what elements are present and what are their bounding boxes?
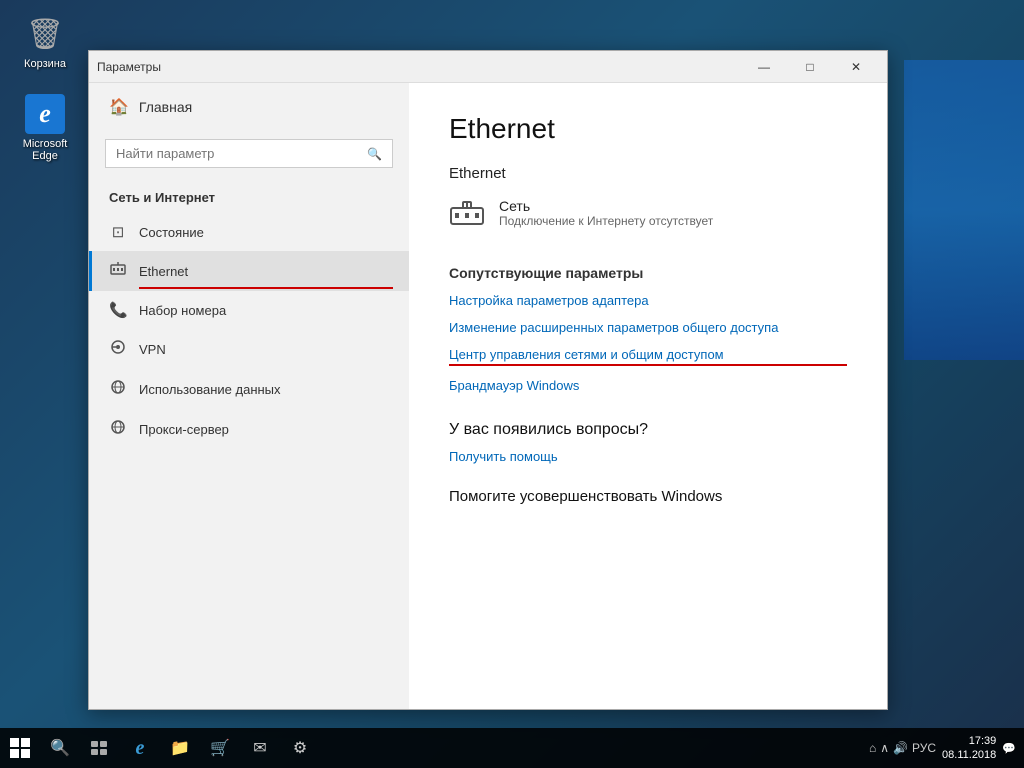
taskbar: 🔍 e 📁 🛒 ✉ ⚙ ⌂ ∧ 🔊 РУС 17:39 08.11.2018: [0, 728, 1024, 768]
network-name: Сеть: [499, 198, 713, 214]
taskbar-search-icon[interactable]: 🔍: [40, 728, 80, 768]
tray-chevron-icon: ∧: [880, 741, 889, 755]
tray-icons: ⌂ ∧ 🔊 РУС: [869, 741, 936, 755]
taskbar-edge-icon[interactable]: e: [120, 728, 160, 768]
sidebar-home-label: Главная: [139, 99, 192, 115]
sidebar-item-proxy[interactable]: Прокси-сервер: [89, 409, 409, 449]
window-title: Параметры: [97, 60, 741, 74]
recycle-bin-icon: 🗑: [25, 14, 65, 54]
tray-language: РУС: [912, 741, 936, 755]
question-title: У вас появились вопросы?: [449, 421, 847, 439]
network-center-link[interactable]: Центр управления сетями и общим доступом: [449, 347, 847, 362]
search-icon: 🔍: [367, 147, 382, 161]
sidebar: 🏠 Главная 🔍 Сеть и Интернет ⊡ Состояние: [89, 83, 409, 709]
related-params-title: Сопутствующие параметры: [449, 265, 847, 281]
advanced-sharing-link[interactable]: Изменение расширенных параметров общего …: [449, 320, 847, 335]
sidebar-search-container: 🔍: [105, 139, 393, 168]
close-button[interactable]: ✕: [833, 51, 879, 83]
adapter-settings-link[interactable]: Настройка параметров адаптера: [449, 293, 847, 308]
sidebar-item-data-usage[interactable]: Использование данных: [89, 369, 409, 409]
taskbar-settings-icon[interactable]: ⚙: [280, 728, 320, 768]
desktop: 🗑 Корзина e Microsoft Edge Параметры — □…: [0, 0, 1024, 768]
tray-notification-icon: 💬: [1002, 742, 1016, 755]
desktop-icon-edge[interactable]: e Microsoft Edge: [10, 90, 80, 166]
recycle-bin-label: Корзина: [24, 58, 66, 70]
tray-network-icon: ⌂: [869, 741, 876, 755]
sidebar-item-proxy-label: Прокси-сервер: [139, 422, 229, 437]
start-button[interactable]: [0, 728, 40, 768]
ethernet-icon: [109, 261, 127, 281]
sidebar-item-ethernet-label: Ethernet: [139, 264, 188, 279]
sidebar-item-dialup[interactable]: 📞 Набор номера: [89, 291, 409, 329]
network-status: Сеть Подключение к Интернету отсутствует: [449, 198, 847, 235]
network-description: Подключение к Интернету отсутствует: [499, 214, 713, 228]
sidebar-item-vpn[interactable]: VPN: [89, 329, 409, 369]
network-center-annotation: [449, 364, 847, 366]
firewall-link[interactable]: Брандмауэр Windows: [449, 378, 847, 393]
clock-time: 17:39: [969, 734, 997, 748]
home-icon: 🏠: [109, 97, 129, 117]
desktop-decoration: [904, 60, 1024, 360]
dialup-icon: 📞: [109, 301, 127, 319]
help-link[interactable]: Получить помощь: [449, 449, 847, 464]
question-section: У вас появились вопросы? Получить помощь: [449, 421, 847, 464]
minimize-button[interactable]: —: [741, 51, 787, 83]
edge-icon: e: [25, 94, 65, 134]
sidebar-item-ethernet[interactable]: Ethernet: [89, 251, 409, 291]
improve-section: Помогите усовершенствовать Windows: [449, 488, 847, 505]
network-info: Сеть Подключение к Интернету отсутствует: [499, 198, 713, 228]
taskbar-store-icon[interactable]: 🛒: [200, 728, 240, 768]
sidebar-section-title: Сеть и Интернет: [89, 176, 409, 213]
data-usage-icon: [109, 379, 127, 399]
clock-date: 08.11.2018: [942, 748, 996, 762]
network-icon: [449, 200, 485, 235]
sidebar-item-state[interactable]: ⊡ Состояние: [89, 213, 409, 251]
window-body: 🏠 Главная 🔍 Сеть и Интернет ⊡ Состояние: [89, 83, 887, 709]
taskbar-tray: ⌂ ∧ 🔊 РУС 17:39 08.11.2018 💬: [869, 734, 1024, 763]
sidebar-item-state-label: Состояние: [139, 225, 204, 240]
sidebar-item-dialup-label: Набор номера: [139, 303, 226, 318]
search-input[interactable]: [116, 146, 361, 161]
vpn-icon: [109, 339, 127, 359]
page-title: Ethernet: [449, 113, 847, 145]
state-icon: ⊡: [109, 223, 127, 241]
proxy-icon: [109, 419, 127, 439]
tray-sound-icon: 🔊: [893, 741, 908, 755]
ethernet-annotation-underline: [139, 287, 393, 289]
title-bar: Параметры — □ ✕: [89, 51, 887, 83]
maximize-button[interactable]: □: [787, 51, 833, 83]
ethernet-subtitle: Ethernet: [449, 165, 847, 182]
sidebar-item-data-label: Использование данных: [139, 382, 281, 397]
sidebar-item-vpn-label: VPN: [139, 342, 166, 357]
taskbar-task-view[interactable]: [80, 728, 120, 768]
taskbar-clock[interactable]: 17:39 08.11.2018: [942, 734, 996, 763]
edge-label: Microsoft Edge: [14, 138, 76, 162]
taskbar-explorer-icon[interactable]: 📁: [160, 728, 200, 768]
taskbar-mail-icon[interactable]: ✉: [240, 728, 280, 768]
desktop-icon-recycle-bin[interactable]: 🗑 Корзина: [10, 10, 80, 74]
main-content: Ethernet Ethernet: [409, 83, 887, 709]
sidebar-home[interactable]: 🏠 Главная: [89, 83, 409, 131]
settings-window: Параметры — □ ✕ 🏠 Главная 🔍: [88, 50, 888, 710]
improve-title: Помогите усовершенствовать Windows: [449, 488, 847, 505]
window-controls: — □ ✕: [741, 51, 879, 83]
